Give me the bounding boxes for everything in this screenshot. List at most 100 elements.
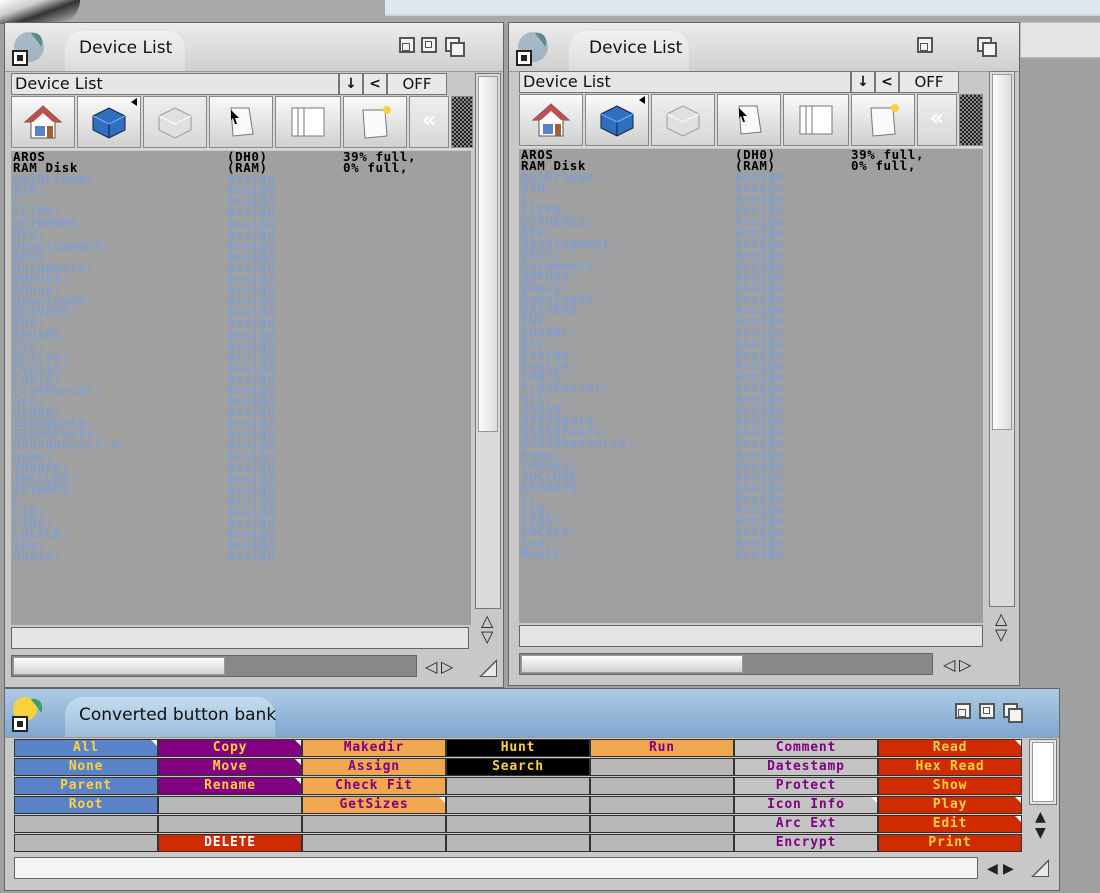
bank-hscrollbar[interactable] xyxy=(14,857,978,879)
device-button[interactable] xyxy=(143,96,207,148)
button-empty[interactable] xyxy=(590,777,734,795)
horizontal-scroll-thumb[interactable] xyxy=(13,657,225,675)
depth-button[interactable] xyxy=(977,37,997,57)
button-datestamp[interactable]: Datestamp xyxy=(734,758,878,776)
scroll-down-icon[interactable]: ▽ xyxy=(995,627,1007,643)
back-button[interactable]: < xyxy=(363,73,387,95)
button-hex-read[interactable]: Hex Read xyxy=(878,758,1022,776)
button-empty[interactable] xyxy=(590,834,734,852)
scroll-right-icon[interactable]: ▷ xyxy=(441,659,453,675)
close-gadget-icon[interactable] xyxy=(9,695,49,735)
bank-scroll-down-icon[interactable]: ▼ xyxy=(1035,825,1046,841)
window-titlebar[interactable]: Converted button bank xyxy=(5,689,1059,738)
button-empty[interactable] xyxy=(14,834,158,852)
button-empty[interactable] xyxy=(158,815,302,833)
button-empty[interactable] xyxy=(302,834,446,852)
button-none[interactable]: None xyxy=(14,758,158,776)
button-empty[interactable] xyxy=(302,815,446,833)
button-empty[interactable] xyxy=(590,815,734,833)
window-titlebar[interactable]: Device List xyxy=(5,23,503,72)
button-getsizes[interactable]: GetSizes xyxy=(302,796,446,814)
close-gadget-icon[interactable] xyxy=(9,29,49,69)
multi-page-button[interactable] xyxy=(783,94,849,146)
assign-row[interactable]: Music: Assign xyxy=(11,550,471,563)
button-assign[interactable]: Assign xyxy=(302,758,446,776)
vertical-scroll-thumb[interactable] xyxy=(992,74,1012,430)
file-list[interactable]: AROS (DH0) 39% full, RAM Disk (RAM) 0% full, A… xyxy=(11,151,471,625)
button-print[interactable]: Print xyxy=(878,834,1022,852)
horizontal-scrollbar[interactable] xyxy=(519,653,933,675)
parent-arrow-button[interactable]: ↓ xyxy=(339,73,363,95)
horizontal-scrollbar[interactable] xyxy=(11,655,417,677)
toolbar-scroll-gadget[interactable] xyxy=(451,96,473,148)
bank-scroll-up-icon[interactable]: ▲ xyxy=(1035,809,1046,825)
resize-gadget[interactable] xyxy=(479,659,497,677)
button-empty[interactable] xyxy=(158,796,302,814)
button-check-fit[interactable]: Check Fit xyxy=(302,777,446,795)
button-delete[interactable]: DELETE xyxy=(158,834,302,852)
button-play[interactable]: Play xyxy=(878,796,1022,814)
bank-scroll-thumb[interactable] xyxy=(1032,742,1054,802)
depth-button[interactable] xyxy=(445,37,465,57)
button-empty[interactable] xyxy=(446,815,590,833)
depth-button[interactable] xyxy=(1003,703,1023,723)
close-gadget-icon[interactable] xyxy=(513,29,553,69)
back-button[interactable]: < xyxy=(875,71,899,93)
toolbar-scroll-gadget[interactable] xyxy=(959,94,983,146)
rewind-button[interactable]: « xyxy=(917,94,957,146)
multi-page-button[interactable] xyxy=(275,96,341,148)
button-hunt[interactable]: Hunt xyxy=(446,739,590,757)
vertical-scrollbar[interactable] xyxy=(475,73,501,609)
button-protect[interactable]: Protect xyxy=(734,777,878,795)
select-file-button[interactable] xyxy=(209,96,273,148)
drive-button[interactable] xyxy=(585,94,649,146)
home-button[interactable] xyxy=(11,96,75,148)
button-encrypt[interactable]: Encrypt xyxy=(734,834,878,852)
assign-row[interactable]: Music: Assign xyxy=(519,548,983,561)
scroll-left-icon[interactable]: ◁ xyxy=(425,659,437,675)
new-page-button[interactable] xyxy=(343,96,407,148)
button-all[interactable]: All xyxy=(14,739,158,757)
button-icon-info[interactable]: Icon Info xyxy=(734,796,878,814)
device-button[interactable] xyxy=(651,94,715,146)
button-empty[interactable] xyxy=(446,834,590,852)
button-rename[interactable]: Rename xyxy=(158,777,302,795)
button-makedir[interactable]: Makedir xyxy=(302,739,446,757)
off-toggle-button[interactable]: OFF xyxy=(387,73,447,95)
button-empty[interactable] xyxy=(446,796,590,814)
button-show[interactable]: Show xyxy=(878,777,1022,795)
path-field[interactable]: Device List xyxy=(519,71,851,93)
drive-button[interactable] xyxy=(77,96,141,148)
button-move[interactable]: Move xyxy=(158,758,302,776)
button-empty[interactable] xyxy=(590,758,734,776)
iconify-button[interactable] xyxy=(917,37,933,53)
horizontal-scroll-thumb[interactable] xyxy=(521,655,743,673)
button-root[interactable]: Root xyxy=(14,796,158,814)
button-empty[interactable] xyxy=(590,796,734,814)
select-file-button[interactable] xyxy=(717,94,781,146)
button-edit[interactable]: Edit xyxy=(878,815,1022,833)
scroll-left-icon[interactable]: ◁ xyxy=(943,657,955,673)
button-search[interactable]: Search xyxy=(446,758,590,776)
button-parent[interactable]: Parent xyxy=(14,777,158,795)
window-titlebar[interactable]: Device List xyxy=(509,23,1019,72)
path-field[interactable]: Device List xyxy=(11,73,339,95)
vertical-scrollbar[interactable] xyxy=(989,71,1015,607)
button-comment[interactable]: Comment xyxy=(734,739,878,757)
new-page-button[interactable] xyxy=(851,94,915,146)
bank-vertical-scrollbar[interactable] xyxy=(1029,739,1057,805)
button-arc-ext[interactable]: Arc Ext xyxy=(734,815,878,833)
button-empty[interactable] xyxy=(446,777,590,795)
bank-scroll-right-icon[interactable]: ▶ xyxy=(1003,861,1014,877)
zoom-button[interactable] xyxy=(979,703,995,719)
home-button[interactable] xyxy=(519,94,583,146)
rewind-button[interactable]: « xyxy=(409,96,449,148)
parent-arrow-button[interactable]: ↓ xyxy=(851,71,875,93)
bank-resize-gadget[interactable] xyxy=(1031,859,1049,877)
zoom-button[interactable] xyxy=(421,37,437,53)
scroll-right-icon[interactable]: ▷ xyxy=(959,657,971,673)
button-run[interactable]: Run xyxy=(590,739,734,757)
button-copy[interactable]: Copy xyxy=(158,739,302,757)
iconify-button[interactable] xyxy=(399,37,415,53)
file-list[interactable]: AROS (DH0) 39% full, RAM Disk (RAM) 0% full, A… xyxy=(519,149,983,623)
